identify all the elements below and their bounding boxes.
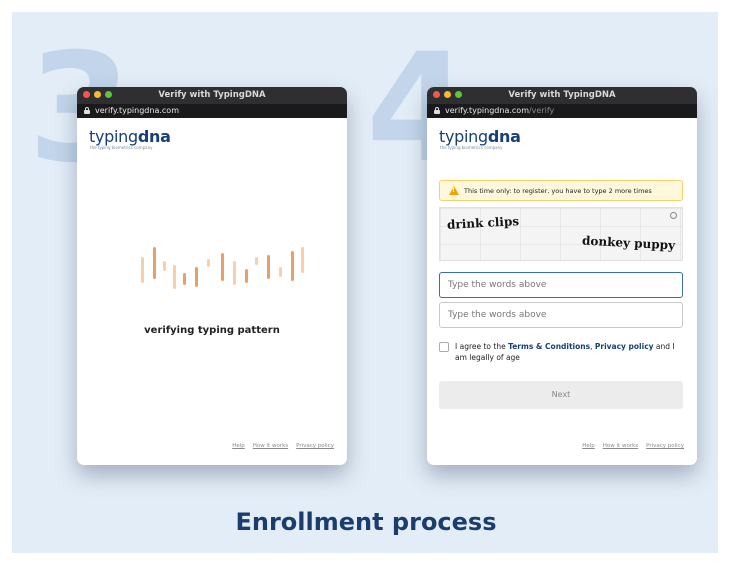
- terms-link[interactable]: Terms & Conditions: [508, 342, 590, 351]
- refresh-icon[interactable]: [670, 212, 677, 219]
- pattern-bar: [207, 259, 210, 267]
- registration-alert: This time only: to register, you have to…: [439, 180, 683, 201]
- next-button[interactable]: Next: [439, 381, 683, 409]
- typing-pattern-animation: [137, 247, 307, 297]
- alert-text: This time only: to register, you have to…: [464, 186, 652, 195]
- how-it-works-link[interactable]: How it works: [603, 443, 638, 449]
- pattern-bar: [163, 261, 166, 271]
- footer-links: Help How it works Privacy policy: [232, 443, 334, 449]
- logo-text-regular: typing: [89, 127, 138, 146]
- typingdna-logo: typingdna: [89, 127, 171, 146]
- pattern-bar: [141, 257, 144, 283]
- agree-checkbox[interactable]: [439, 342, 449, 352]
- pattern-bar: [245, 269, 248, 283]
- pattern-bar: [279, 267, 282, 277]
- logo-text-bold: dna: [137, 127, 171, 146]
- pattern-bar: [183, 273, 186, 285]
- privacy-policy-link[interactable]: Privacy policy: [296, 443, 334, 449]
- logo-tagline: the typing biometrics company: [90, 145, 153, 150]
- lock-icon: [434, 107, 440, 114]
- slide-caption: Enrollment process: [235, 508, 497, 536]
- url-text: verify.typingdna.com: [95, 106, 179, 115]
- help-link[interactable]: Help: [582, 443, 595, 449]
- address-bar[interactable]: verify.typingdna.com/verify: [427, 104, 697, 118]
- warning-icon: [449, 186, 459, 195]
- browser-window-enroll: Verify with TypingDNA verify.typingdna.c…: [427, 87, 697, 465]
- pattern-bar: [195, 267, 198, 287]
- logo-text-regular: typing: [439, 127, 488, 146]
- address-bar[interactable]: verify.typingdna.com: [77, 104, 347, 118]
- lock-icon: [84, 107, 90, 114]
- typingdna-logo: typingdna: [439, 127, 521, 146]
- verifying-status-text: verifying typing pattern: [144, 325, 280, 336]
- privacy-policy-inline-link[interactable]: Privacy policy: [595, 342, 654, 351]
- typing-input-1[interactable]: Type the words above: [439, 272, 683, 298]
- pattern-bar: [301, 247, 304, 273]
- url-path: /verify: [528, 106, 555, 115]
- agree-prefix: I agree to the: [455, 342, 509, 351]
- logo-text-bold: dna: [487, 127, 521, 146]
- pattern-bar: [233, 261, 236, 285]
- typing-input-2[interactable]: Type the words above: [439, 302, 683, 328]
- browser-window-verifying: Verify with TypingDNA verify.typingdna.c…: [77, 87, 347, 465]
- word-challenge-image: drink clips donkey puppy: [439, 207, 683, 261]
- agree-text: I agree to the Terms & Conditions, Priva…: [455, 341, 683, 363]
- window-title: Verify with TypingDNA: [158, 90, 266, 100]
- help-link[interactable]: Help: [232, 443, 245, 449]
- slide: 3 4 Verify with TypingDNA verify.typingd…: [12, 12, 718, 553]
- how-it-works-link[interactable]: How it works: [253, 443, 288, 449]
- pattern-bar: [291, 251, 294, 281]
- pattern-bar: [267, 255, 270, 279]
- window-titlebar: Verify with TypingDNA: [77, 87, 347, 104]
- pattern-bar: [221, 253, 224, 281]
- window-title: Verify with TypingDNA: [508, 90, 616, 100]
- pattern-bar: [173, 265, 176, 289]
- privacy-policy-link[interactable]: Privacy policy: [646, 443, 684, 449]
- url-host: verify.typingdna.com: [445, 106, 529, 115]
- footer-links: Help How it works Privacy policy: [582, 443, 684, 449]
- pattern-bar: [153, 247, 156, 279]
- logo-tagline: the typing biometrics company: [440, 145, 503, 150]
- window-titlebar: Verify with TypingDNA: [427, 87, 697, 104]
- pattern-bar: [255, 257, 258, 265]
- terms-agreement: I agree to the Terms & Conditions, Priva…: [439, 341, 683, 363]
- url-text: verify.typingdna.com/verify: [445, 106, 554, 115]
